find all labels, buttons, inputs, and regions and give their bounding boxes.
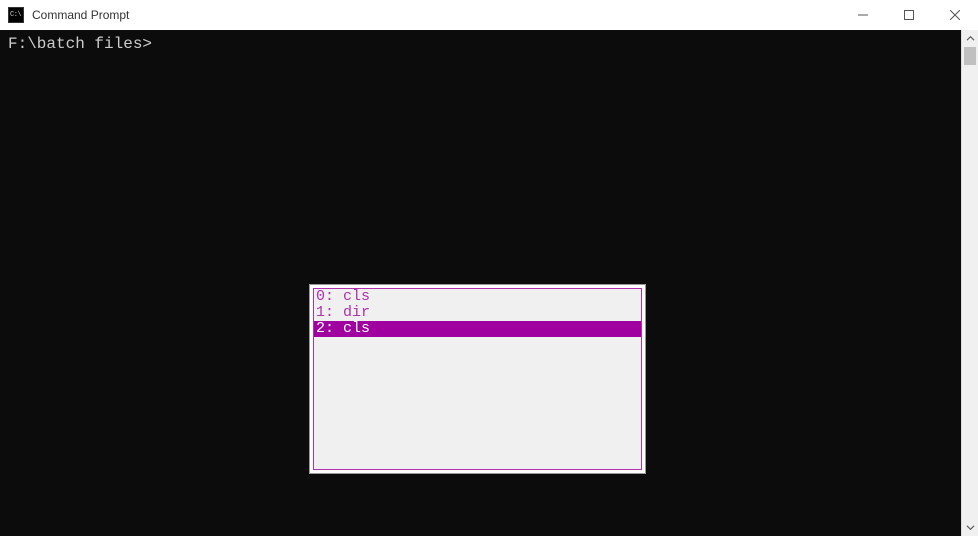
close-button[interactable] <box>932 0 978 30</box>
history-item[interactable]: 2: cls <box>314 321 641 337</box>
prompt-text: F:\batch files> <box>8 35 152 53</box>
scroll-thumb[interactable] <box>964 47 976 65</box>
scroll-up-arrow-icon[interactable] <box>962 30 978 47</box>
close-icon <box>950 10 960 20</box>
terminal[interactable]: F:\batch files> 0: cls1: dir2: cls <box>0 30 961 536</box>
window-title: Command Prompt <box>32 8 840 22</box>
terminal-area: F:\batch files> 0: cls1: dir2: cls <box>0 30 978 536</box>
vertical-scrollbar[interactable] <box>961 30 978 536</box>
maximize-icon <box>904 10 914 20</box>
minimize-button[interactable] <box>840 0 886 30</box>
history-item[interactable]: 0: cls <box>314 289 641 305</box>
command-history-popup[interactable]: 0: cls1: dir2: cls <box>310 285 645 473</box>
minimize-icon <box>858 10 868 20</box>
scroll-down-arrow-icon[interactable] <box>962 519 978 536</box>
history-list: 0: cls1: dir2: cls <box>313 288 642 470</box>
history-item[interactable]: 1: dir <box>314 305 641 321</box>
maximize-button[interactable] <box>886 0 932 30</box>
titlebar[interactable]: C:\ Command Prompt <box>0 0 978 30</box>
cmd-icon: C:\ <box>8 7 24 23</box>
window-controls <box>840 0 978 30</box>
